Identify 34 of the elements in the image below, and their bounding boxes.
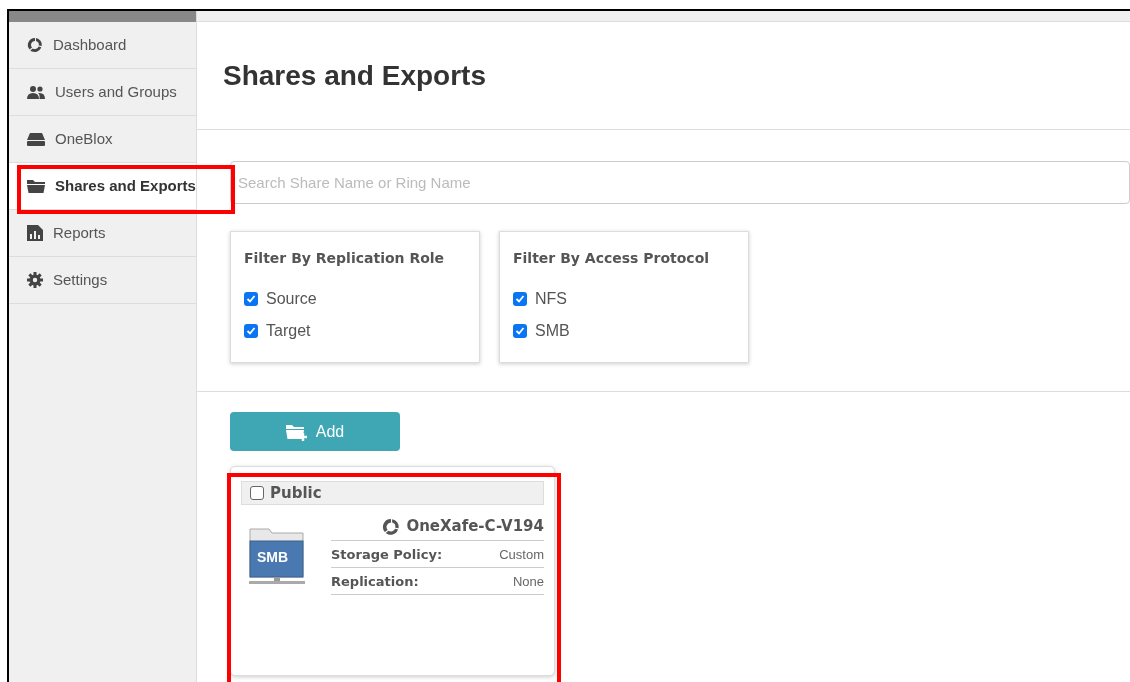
share-checkbox[interactable] [250,486,264,500]
search-field[interactable]: Search Share Name or Ring Name [230,161,1130,204]
filter-checkbox[interactable] [244,324,258,338]
filter-option-label: Source [266,289,317,309]
filter-checkbox[interactable] [513,292,527,306]
field-value: None [512,573,544,591]
filter-checkbox[interactable] [513,324,527,338]
share-name: Public [270,482,322,504]
sidebar-item[interactable]: Settings [9,257,196,304]
field-label: Replication: [331,573,419,591]
filter-title: Filter By Access Protocol [513,249,711,268]
folder-icon [27,179,45,193]
filter-option-label: Target [266,321,311,341]
protocol-label: SMB [257,548,289,567]
filter-checkbox[interactable] [244,292,258,306]
ring-logo-icon [27,37,43,53]
users-icon [27,85,45,99]
ring-name: OneXafe-C-V194 [406,516,544,538]
sidebar-item[interactable]: Users and Groups [9,69,196,116]
filter-option-label: SMB [535,321,570,341]
report-icon [27,225,43,241]
sidebar-item[interactable]: Shares and Exports [9,163,196,210]
settings-icon [27,272,43,288]
page-title: Shares and Exports [223,58,486,93]
field-value: Custom [499,546,544,564]
ring-logo-icon [382,517,401,536]
drive-icon [27,132,45,146]
add-folder-icon [285,422,308,441]
network-folder-icon [249,527,305,585]
sidebar-item[interactable]: Reports [9,210,196,257]
filter-title: Filter By Replication Role [244,249,446,268]
field-label: Storage Policy: [331,546,443,564]
filter-option-label: NFS [535,289,567,309]
sidebar-item[interactable]: Dashboard [9,22,196,69]
